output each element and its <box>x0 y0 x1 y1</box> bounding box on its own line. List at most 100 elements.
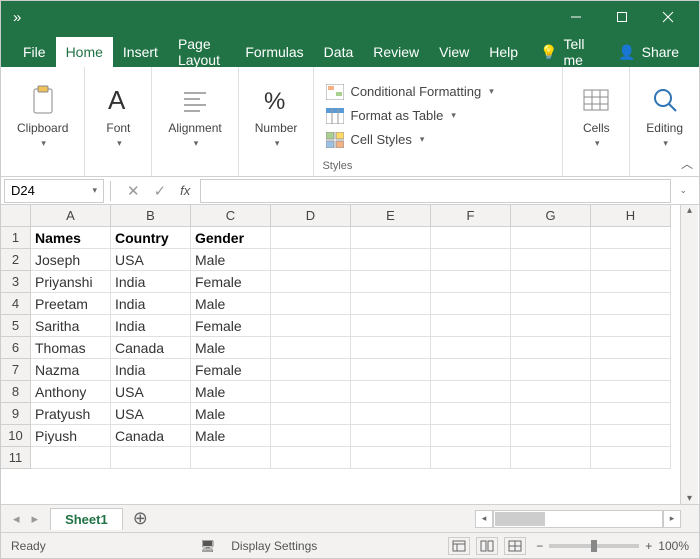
cell[interactable]: India <box>111 315 191 337</box>
cell[interactable] <box>431 381 511 403</box>
cell[interactable] <box>431 227 511 249</box>
cell[interactable] <box>591 271 671 293</box>
row-header[interactable]: 4 <box>1 293 31 315</box>
alignment-button[interactable]: Alignment▾ <box>160 79 229 153</box>
cell[interactable] <box>511 425 591 447</box>
cell[interactable] <box>431 425 511 447</box>
cell[interactable] <box>271 271 351 293</box>
cell[interactable] <box>511 227 591 249</box>
cell[interactable] <box>431 271 511 293</box>
cell-styles-button[interactable]: Cell Styles▾ <box>322 130 497 150</box>
row-header[interactable]: 5 <box>1 315 31 337</box>
cell[interactable]: Canada <box>111 337 191 359</box>
tab-insert[interactable]: Insert <box>113 37 168 67</box>
cell[interactable]: Thomas <box>31 337 111 359</box>
cell[interactable] <box>111 447 191 469</box>
cancel-formula-icon[interactable]: ✕ <box>127 182 140 200</box>
cell[interactable] <box>271 249 351 271</box>
row-header[interactable]: 1 <box>1 227 31 249</box>
cell[interactable] <box>271 337 351 359</box>
cell[interactable]: Male <box>191 249 271 271</box>
cell[interactable] <box>271 315 351 337</box>
cell[interactable] <box>351 337 431 359</box>
row-header[interactable]: 8 <box>1 381 31 403</box>
cell[interactable] <box>271 359 351 381</box>
formula-bar[interactable] <box>200 179 671 203</box>
font-button[interactable]: A Font▾ <box>93 79 143 153</box>
cell[interactable] <box>511 271 591 293</box>
cell[interactable]: Country <box>111 227 191 249</box>
cell[interactable]: Female <box>191 359 271 381</box>
cell[interactable] <box>511 315 591 337</box>
cell[interactable] <box>431 359 511 381</box>
cell[interactable] <box>351 425 431 447</box>
cell[interactable] <box>351 315 431 337</box>
cell[interactable] <box>511 359 591 381</box>
cell[interactable]: Nazma <box>31 359 111 381</box>
accept-formula-icon[interactable]: ✓ <box>154 182 167 200</box>
cell[interactable] <box>351 381 431 403</box>
cell[interactable]: India <box>111 293 191 315</box>
cell[interactable] <box>351 403 431 425</box>
zoom-out-button[interactable]: − <box>536 539 543 553</box>
cell[interactable] <box>431 403 511 425</box>
page-break-view-button[interactable] <box>504 537 526 555</box>
cell[interactable] <box>591 381 671 403</box>
close-button[interactable] <box>645 1 691 33</box>
column-header[interactable]: E <box>351 205 431 227</box>
cell[interactable]: Male <box>191 293 271 315</box>
cell[interactable]: Female <box>191 271 271 293</box>
tab-data[interactable]: Data <box>314 37 364 67</box>
cell[interactable] <box>511 403 591 425</box>
cell[interactable]: Canada <box>111 425 191 447</box>
cell[interactable] <box>511 447 591 469</box>
cell[interactable] <box>271 425 351 447</box>
share-button[interactable]: 👤 Share <box>610 37 687 67</box>
cell[interactable] <box>591 337 671 359</box>
cell[interactable] <box>351 447 431 469</box>
display-settings-button[interactable]: Display Settings <box>231 539 317 553</box>
cell[interactable]: Male <box>191 381 271 403</box>
cell[interactable]: Anthony <box>31 381 111 403</box>
cell[interactable] <box>591 359 671 381</box>
clipboard-button[interactable]: Clipboard▾ <box>9 79 76 153</box>
row-header[interactable]: 6 <box>1 337 31 359</box>
row-header[interactable]: 2 <box>1 249 31 271</box>
cell[interactable] <box>591 315 671 337</box>
cell[interactable] <box>511 249 591 271</box>
cell[interactable]: USA <box>111 249 191 271</box>
sheet-nav-next[interactable]: ▸ <box>32 511 39 527</box>
column-header[interactable]: D <box>271 205 351 227</box>
expand-formula-icon[interactable]: ⌄ <box>673 185 693 196</box>
cell[interactable] <box>271 447 351 469</box>
row-header[interactable]: 9 <box>1 403 31 425</box>
cell[interactable]: Preetam <box>31 293 111 315</box>
cell[interactable]: Gender <box>191 227 271 249</box>
cell[interactable] <box>271 381 351 403</box>
cell[interactable] <box>431 293 511 315</box>
sheet-nav-prev[interactable]: ◂ <box>13 511 20 527</box>
cell[interactable]: Names <box>31 227 111 249</box>
horizontal-scrollbar[interactable]: ◂ ▸ <box>475 510 681 528</box>
quick-access[interactable]: » <box>13 9 21 26</box>
format-as-table-button[interactable]: Format as Table▾ <box>322 106 497 126</box>
minimize-button[interactable] <box>553 1 599 33</box>
cell[interactable] <box>431 447 511 469</box>
cell[interactable]: Male <box>191 337 271 359</box>
number-button[interactable]: % Number▾ <box>247 79 306 153</box>
cell[interactable]: India <box>111 271 191 293</box>
tab-home[interactable]: Home <box>56 37 113 67</box>
zoom-control[interactable]: − + 100% <box>536 539 689 553</box>
tab-formulas[interactable]: Formulas <box>235 37 313 67</box>
conditional-formatting-button[interactable]: Conditional Formatting▾ <box>322 82 497 102</box>
cell[interactable] <box>31 447 111 469</box>
cell[interactable] <box>511 337 591 359</box>
cell[interactable] <box>431 337 511 359</box>
tab-file[interactable]: File <box>13 37 56 67</box>
cell[interactable] <box>351 271 431 293</box>
cells-button[interactable]: Cells▾ <box>571 79 621 153</box>
column-header[interactable]: A <box>31 205 111 227</box>
column-header[interactable]: G <box>511 205 591 227</box>
zoom-in-button[interactable]: + <box>645 539 652 553</box>
sheet-tab[interactable]: Sheet1 <box>50 508 123 530</box>
